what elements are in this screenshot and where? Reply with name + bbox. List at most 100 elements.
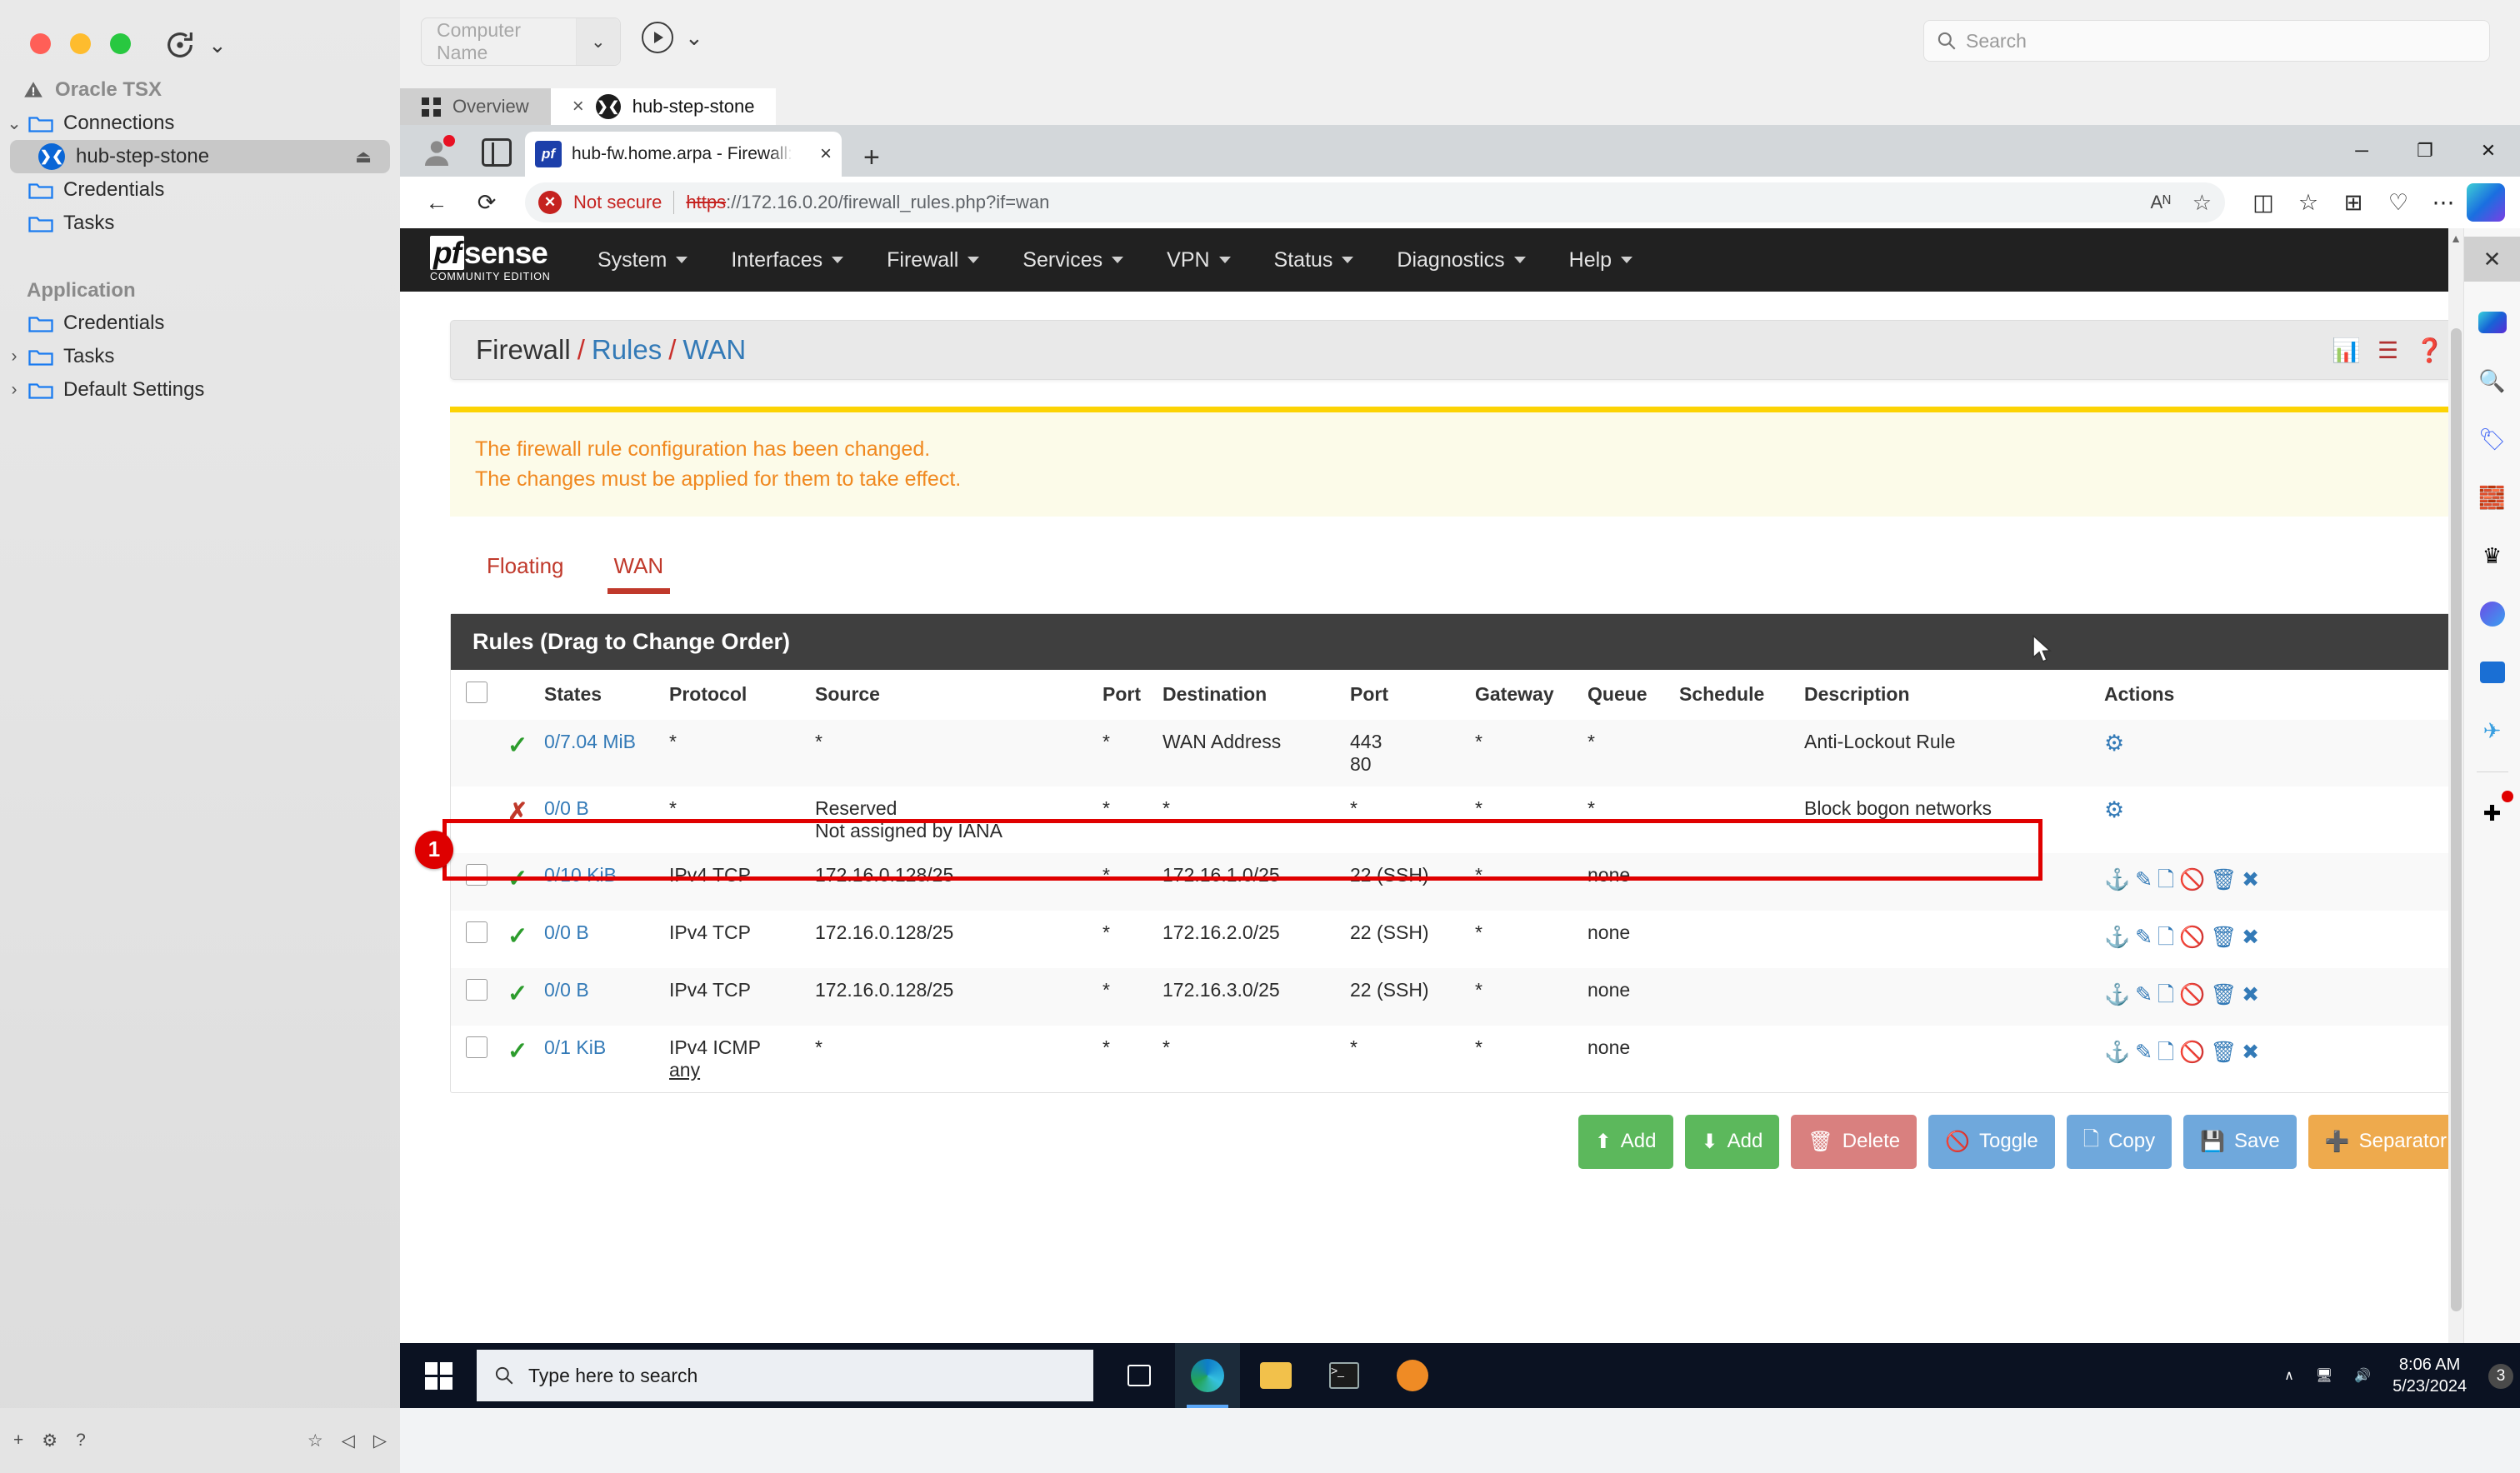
office-icon[interactable] <box>2475 597 2510 632</box>
tab-floating[interactable]: Floating <box>462 542 589 594</box>
favorite-icon[interactable]: ☆ <box>308 1431 323 1451</box>
row-checkbox[interactable] <box>466 863 488 886</box>
edit-icon[interactable]: ✎ <box>2135 983 2154 1006</box>
task-view-icon[interactable] <box>1107 1343 1172 1408</box>
close-window-button[interactable] <box>30 33 51 54</box>
row-states[interactable]: 0/1 KiB <box>538 1026 662 1092</box>
minimize-button[interactable]: ─ <box>2330 125 2393 177</box>
rd-search-input[interactable]: Search <box>1923 20 2490 62</box>
copy-icon[interactable]: 🗋 <box>2158 868 2176 891</box>
telegram-icon[interactable]: ✈ <box>2475 713 2510 748</box>
sidebar-item-default-settings[interactable]: › Default Settings <box>0 373 400 407</box>
not-secure-icon[interactable]: ✕ <box>538 191 562 214</box>
row-states[interactable]: 0/0 B <box>538 911 662 968</box>
maximize-window-button[interactable] <box>110 33 131 54</box>
table-row-highlighted[interactable]: ✓ 0/0 B IPv4 TCP 172.16.0.128/25 * 172.1… <box>451 967 2469 1026</box>
help-icon[interactable]: ❓ <box>2415 337 2444 364</box>
volume-icon[interactable]: 🔊 <box>2354 1367 2371 1384</box>
copilot-icon[interactable] <box>2475 305 2510 340</box>
row-checkbox[interactable] <box>466 978 488 1001</box>
table-row[interactable]: ✓ 0/10 KiB IPv4 TCP 172.16.0.128/25 * 17… <box>451 852 2469 911</box>
previous-icon[interactable]: ◁ <box>342 1431 355 1451</box>
computer-name-input[interactable]: Computer Name ⌄ <box>421 17 621 66</box>
shopping-tag-icon[interactable]: 🏷 <box>2475 422 2510 457</box>
edge-icon[interactable] <box>1175 1343 1240 1408</box>
row-states[interactable]: 0/0 B <box>538 786 662 853</box>
rd-tab-overview[interactable]: Overview <box>400 88 551 125</box>
copy-icon[interactable]: 🗋 <box>2158 1041 2176 1064</box>
chevron-down-icon[interactable]: ⌄ <box>0 113 28 134</box>
rd-connect-button[interactable]: ⌄ <box>642 22 703 53</box>
add-icon[interactable]: ✚ <box>2475 791 2513 831</box>
close-button[interactable]: ✕ <box>2457 125 2520 177</box>
list-icon[interactable]: ☰ <box>2378 337 2398 364</box>
rd-tab-hub-step-stone[interactable]: × ❯❮ hub-step-stone <box>550 88 777 125</box>
help-icon[interactable]: ? <box>76 1431 86 1451</box>
minimize-window-button[interactable] <box>70 33 91 54</box>
sidebar-item-tasks[interactable]: Tasks <box>0 207 400 240</box>
start-button[interactable] <box>400 1343 477 1408</box>
nav-system[interactable]: System <box>576 228 709 292</box>
copy-icon[interactable]: 🗋 <box>2158 983 2176 1006</box>
sidebar-item-app-credentials[interactable]: Credentials <box>0 307 400 340</box>
select-all-checkbox[interactable] <box>466 681 488 703</box>
games-icon[interactable]: ♛ <box>2475 538 2510 573</box>
table-row[interactable]: ✗ 0/0 B * Reserved Not assigned by IANA *… <box>451 786 2469 853</box>
row-protocol-2[interactable]: any <box>669 1059 700 1081</box>
network-icon[interactable]: 🖥 <box>2316 1367 2332 1384</box>
nav-vpn[interactable]: VPN <box>1145 228 1252 292</box>
row-checkbox[interactable] <box>466 921 488 943</box>
add-rule-top-button[interactable]: ⬆ Add <box>1578 1114 1673 1169</box>
chevron-right-icon[interactable]: › <box>0 380 28 400</box>
split-screen-icon[interactable]: ◫ <box>2242 181 2285 224</box>
delete-icon[interactable]: 🗑 <box>2210 983 2238 1006</box>
sidebar-item-hub-step-stone[interactable]: ❯❮ hub-step-stone ⏏ <box>10 140 390 173</box>
refresh-icon[interactable] <box>163 28 197 62</box>
address-bar[interactable]: ✕ Not secure https://172.16.0.20/firewal… <box>525 182 2225 222</box>
collections-icon[interactable]: ⊞ <box>2332 181 2375 224</box>
row-states[interactable]: 0/10 KiB <box>538 853 662 911</box>
chevron-right-icon[interactable]: › <box>0 347 28 367</box>
separator-button[interactable]: ➕ Separator <box>2308 1114 2463 1169</box>
chevron-down-icon[interactable]: ⌄ <box>575 18 620 65</box>
favorites-icon[interactable]: ☆ <box>2287 181 2330 224</box>
tab-wan[interactable]: WAN <box>589 542 689 594</box>
copilot-icon[interactable] <box>2467 183 2505 222</box>
favorite-icon[interactable]: ☆ <box>2192 190 2212 216</box>
delete-icon[interactable]: 🗑 <box>2210 1041 2238 1064</box>
page-scrollbar[interactable]: ▲ ▼ <box>2448 228 2463 1408</box>
disable-icon[interactable]: 🚫 <box>2179 868 2207 891</box>
eject-icon[interactable]: ⏏ <box>355 147 372 167</box>
nav-diagnostics[interactable]: Diagnostics <box>1375 228 1547 292</box>
table-row[interactable]: ✓ 0/1 KiB IPv4 ICMP any * * * * * none ⚓… <box>451 1026 2469 1092</box>
taskbar-search-input[interactable]: Type here to search <box>477 1350 1093 1401</box>
terminal-icon[interactable]: >_ <box>1312 1343 1377 1408</box>
gear-icon[interactable]: ⚙ <box>2104 797 2124 822</box>
sidebar-item-credentials[interactable]: Credentials <box>0 173 400 207</box>
sidebar-group-connections[interactable]: ⌄ Connections <box>0 107 400 140</box>
save-button[interactable]: 💾 Save <box>2183 1114 2297 1169</box>
gear-icon[interactable]: ⚙ <box>42 1431 58 1451</box>
maximize-button[interactable]: ❐ <box>2393 125 2457 177</box>
browser-essentials-icon[interactable]: ♡ <box>2377 181 2420 224</box>
add-rule-bottom-button[interactable]: ⬇ Add <box>1684 1114 1780 1169</box>
settings-and-more-icon[interactable]: ⋯ <box>2422 181 2465 224</box>
close-icon[interactable]: × <box>820 142 832 166</box>
close-sidebar-button[interactable]: ✕ <box>2463 237 2520 282</box>
file-explorer-icon[interactable] <box>1243 1343 1308 1408</box>
edit-icon[interactable]: ✎ <box>2135 868 2154 891</box>
table-row[interactable]: ✓ 0/0 B IPv4 TCP 172.16.0.128/25 * 172.1… <box>451 911 2469 968</box>
table-row[interactable]: ✓ 0/7.04 MiB * * * WAN Address 443 80 * * <box>451 719 2469 786</box>
anchor-icon[interactable]: ⚓ <box>2104 1041 2132 1064</box>
toggle-button[interactable]: 🚫 Toggle <box>1928 1114 2055 1169</box>
row-states[interactable]: 0/0 B <box>538 968 662 1026</box>
chevron-down-icon[interactable]: ⌄ <box>208 34 227 56</box>
outlook-icon[interactable] <box>2475 655 2510 690</box>
close-icon[interactable]: × <box>572 95 584 118</box>
anchor-icon[interactable]: ⚓ <box>2104 868 2132 891</box>
delete-icon[interactable]: 🗑 <box>2210 926 2238 949</box>
play-icon[interactable] <box>642 22 673 53</box>
show-hidden-icons[interactable]: ∧ <box>2284 1367 2294 1384</box>
anchor-icon[interactable]: ⚓ <box>2104 983 2132 1006</box>
nav-status[interactable]: Status <box>1252 228 1376 292</box>
